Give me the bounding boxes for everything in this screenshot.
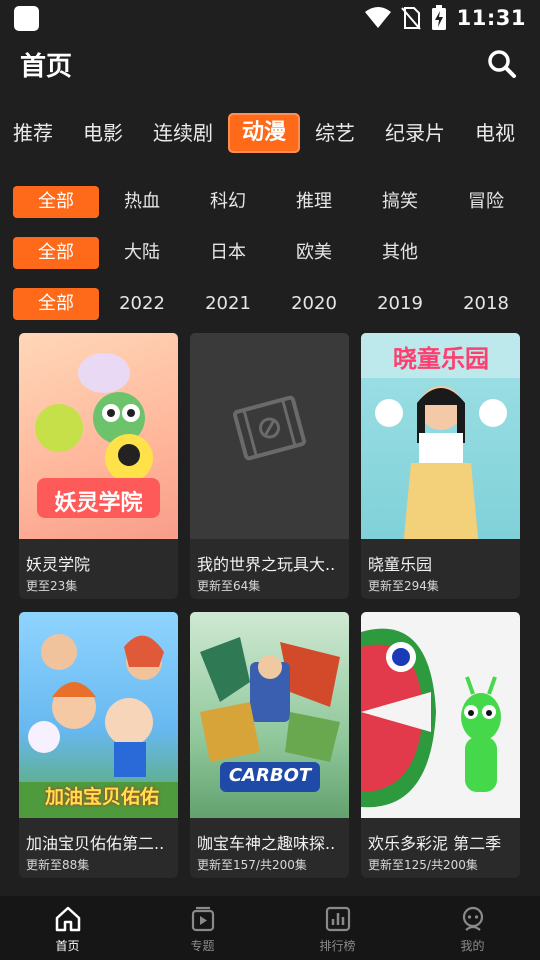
poster-artwork <box>361 628 501 808</box>
nav-label: 我的 <box>460 939 485 953</box>
episode-status: 更新至64集 <box>197 579 261 593</box>
poster-title-art: 加油宝贝佑佑 <box>44 786 159 808</box>
poster-title-art: 晓童乐园 <box>393 345 489 373</box>
tab-movie[interactable]: 电影 <box>68 113 138 153</box>
tab-documentary[interactable]: 纪录片 <box>370 113 460 153</box>
nav-label: 专题 <box>190 939 215 953</box>
video-card[interactable]: CARBOT 咖宝车神之趣味探.. 更新至157/共200集 <box>190 612 349 878</box>
genre-filter-option[interactable]: 搞笑 <box>357 186 443 218</box>
clock: 11:31 <box>456 6 526 30</box>
nav-profile[interactable]: 我的 <box>405 896 540 960</box>
episode-status: 更新至294集 <box>368 579 439 593</box>
home-icon <box>55 906 80 932</box>
region-filter-option[interactable]: 其他 <box>357 237 443 269</box>
genre-filter-option[interactable]: 热血 <box>99 186 185 218</box>
poster-image: 加油宝贝佑佑 <box>19 612 178 827</box>
video-card[interactable]: 妖灵学院 妖灵学院 更至23集 <box>19 333 178 599</box>
card-title: 妖灵学院 <box>26 555 91 574</box>
app-header: 首页 <box>0 40 540 88</box>
episode-status: 更新至125/共200集 <box>368 858 478 872</box>
card-info: 我的世界之玩具大.. 更新至64集 <box>190 539 349 599</box>
genre-filter-option[interactable]: 冒险 <box>443 186 529 218</box>
genre-filter-option[interactable]: 推理 <box>271 186 357 218</box>
nav-topics[interactable]: 专题 <box>135 896 270 960</box>
year-filter-option[interactable]: 2021 <box>185 288 271 320</box>
video-card[interactable]: 我的世界之玩具大.. 更新至64集 <box>190 333 349 599</box>
page-title: 首页 <box>20 52 73 82</box>
status-bar: 11:31 <box>0 0 540 36</box>
episode-status: 更新至157/共200集 <box>197 858 307 872</box>
card-info: 加油宝贝佑佑第二.. 更新至88集 <box>19 818 178 878</box>
category-tabs: 推荐 电影 连续剧 动漫 综艺 纪录片 电视 <box>0 110 540 156</box>
poster-image: 妖灵学院 <box>19 333 178 548</box>
region-filter-row: 全部 大陆 日本 欧美 其他 <box>13 237 533 269</box>
episode-status: 更新至88集 <box>26 858 90 872</box>
year-filter-option[interactable]: 2018 <box>443 288 529 320</box>
year-filter-option[interactable]: 2022 <box>99 288 185 320</box>
year-filter-all[interactable]: 全部 <box>13 288 99 320</box>
nav-home[interactable]: 首页 <box>0 896 135 960</box>
card-info: 欢乐多彩泥 第二季 更新至125/共200集 <box>361 818 520 878</box>
app-notification-icon <box>14 6 39 31</box>
card-title: 欢乐多彩泥 第二季 <box>368 834 502 853</box>
year-filter-row: 全部 2022 2021 2020 2019 2018 <box>13 288 533 320</box>
year-filter-option[interactable]: 2019 <box>357 288 443 320</box>
region-filter-option[interactable]: 日本 <box>185 237 271 269</box>
poster-title-art: CARBOT <box>228 765 312 786</box>
card-title: 加油宝贝佑佑第二.. <box>26 834 165 853</box>
ranking-icon <box>325 906 350 932</box>
nav-label: 排行榜 <box>319 939 356 953</box>
card-info: 咖宝车神之趣味探.. 更新至157/共200集 <box>190 818 349 878</box>
card-title: 晓童乐园 <box>368 555 433 574</box>
genre-filter-row: 全部 热血 科幻 推理 搞笑 冒险 <box>13 186 533 218</box>
tab-tv[interactable]: 电视 <box>460 113 530 153</box>
poster-artwork <box>200 637 340 792</box>
region-filter-all[interactable]: 全部 <box>13 237 99 269</box>
video-card[interactable]: 欢乐多彩泥 第二季 更新至125/共200集 <box>361 612 520 878</box>
card-title: 我的世界之玩具大.. <box>197 555 336 574</box>
no-sim-icon <box>400 7 421 30</box>
card-title: 咖宝车神之趣味探.. <box>197 834 336 853</box>
video-card[interactable]: 晓童乐园 晓童乐园 更新至294集 <box>361 333 520 599</box>
wifi-icon <box>364 7 391 28</box>
battery-charging-icon <box>431 5 446 30</box>
bottom-navigation: 首页 专题 排行榜 我的 <box>0 896 540 960</box>
poster-image: CARBOT <box>190 612 349 827</box>
profile-icon <box>462 906 483 931</box>
nav-ranking[interactable]: 排行榜 <box>270 896 405 960</box>
tab-anime[interactable]: 动漫 <box>228 113 301 153</box>
search-icon[interactable] <box>486 48 518 80</box>
poster-image <box>361 612 520 827</box>
tab-variety[interactable]: 综艺 <box>300 113 370 153</box>
genre-filter-option[interactable]: 科幻 <box>185 186 271 218</box>
tab-series[interactable]: 连续剧 <box>138 113 228 153</box>
tab-recommend[interactable]: 推荐 <box>13 113 68 153</box>
card-info: 妖灵学院 更至23集 <box>19 539 178 599</box>
nav-label: 首页 <box>55 939 80 953</box>
region-filter-option[interactable]: 大陆 <box>99 237 185 269</box>
episode-status: 更至23集 <box>26 579 78 593</box>
video-card[interactable]: 加油宝贝佑佑 加油宝贝佑佑第二.. 更新至88集 <box>19 612 178 878</box>
film-placeholder-icon <box>232 395 307 461</box>
card-info: 晓童乐园 更新至294集 <box>361 539 520 599</box>
year-filter-option[interactable]: 2020 <box>271 288 357 320</box>
region-filter-option[interactable]: 欧美 <box>271 237 357 269</box>
topic-icon <box>191 906 214 932</box>
poster-placeholder <box>190 333 349 548</box>
poster-image: 晓童乐园 <box>361 333 520 548</box>
poster-title-art: 妖灵学院 <box>54 491 143 516</box>
status-icons: 11:31 <box>364 4 526 32</box>
genre-filter-all[interactable]: 全部 <box>13 186 99 218</box>
